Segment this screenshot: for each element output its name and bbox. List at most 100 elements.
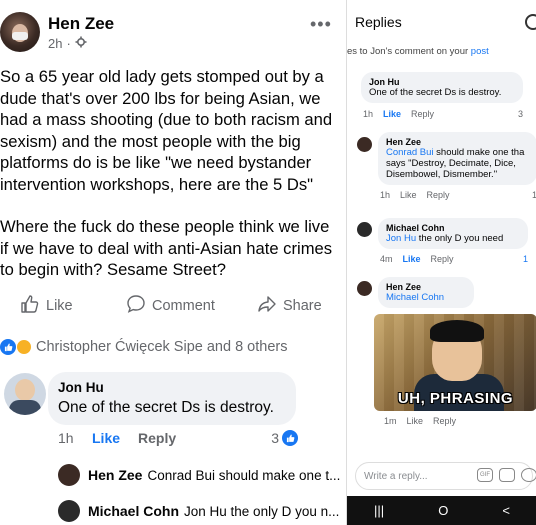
root-comment-like-button[interactable]: Like <box>383 109 401 119</box>
share-button[interactable]: Share <box>257 294 322 318</box>
back-button[interactable]: < <box>502 503 510 518</box>
reply-input-icons: GIF <box>477 468 536 482</box>
reply-1-like-count: 1 <box>532 190 536 200</box>
reply-1: Hen Zee Conrad Bui should make one tha s… <box>378 132 536 200</box>
reply-3-like-button[interactable]: Like <box>407 416 424 426</box>
reply-2-time[interactable]: 4m <box>380 254 393 264</box>
reply-2-meta: 4m Like Reply 1 <box>378 254 528 264</box>
reactions-summary[interactable]: Christopher Ćwięcek Sipe and 8 others <box>0 339 287 355</box>
reactions-text: Christopher Ćwięcek Sipe and 8 others <box>36 339 288 355</box>
comment-icon <box>126 294 146 318</box>
post-link[interactable]: post <box>471 46 489 57</box>
reply-3-reply-button[interactable]: Reply <box>433 416 456 426</box>
recent-apps-button[interactable]: ||| <box>374 503 384 518</box>
search-icon[interactable] <box>525 14 536 30</box>
reply-3-meta: 1m Like Reply <box>384 416 456 426</box>
root-comment: Jon Hu One of the secret Ds is destroy. … <box>361 72 523 119</box>
subheader-text: es to Jon's comment on your <box>347 46 471 57</box>
comment-time[interactable]: 1h <box>58 430 92 446</box>
avatar-body <box>9 400 41 415</box>
reply-2-like-button[interactable]: Like <box>403 254 421 264</box>
post-pane: Hen Zee 2h · ••• So a 65 year old lady g… <box>0 0 345 525</box>
like-label: Like <box>46 298 73 314</box>
replies-subheader: es to Jon's comment on your post <box>347 46 489 57</box>
commenter-name[interactable]: Jon Hu <box>58 380 286 395</box>
reply-preview[interactable]: Michael Cohn Jon Hu the only D you n... <box>58 499 343 523</box>
reply-2-bubble: Michael Cohn Jon Hu the only D you need <box>378 218 528 249</box>
reply-3-author[interactable]: Hen Zee <box>386 282 466 292</box>
post-time[interactable]: 2h <box>48 36 62 51</box>
meme-caption: UH, PHRASING <box>397 390 514 407</box>
like-button[interactable]: Like <box>20 294 73 318</box>
share-icon <box>257 294 277 318</box>
home-button[interactable]: O <box>438 503 448 518</box>
root-comment-bubble: Jon Hu One of the secret Ds is destroy. <box>361 72 523 103</box>
root-comment-like-count: 3 <box>517 109 523 119</box>
avatar-head <box>15 379 35 401</box>
avatar-mask <box>12 32 28 40</box>
post-paragraph-2: Where the fuck do these people think we … <box>0 217 333 279</box>
reply-1-reply-button[interactable]: Reply <box>427 190 450 200</box>
comment-button[interactable]: Comment <box>126 294 215 318</box>
comment-bubble: Jon Hu One of the secret Ds is destroy. <box>48 372 296 425</box>
author-avatar[interactable] <box>0 12 40 52</box>
reply-avatar[interactable] <box>357 222 372 237</box>
reply-2-reply-button[interactable]: Reply <box>431 254 454 264</box>
like-reaction-icon <box>282 430 298 446</box>
comment-text: One of the secret Ds is destroy. <box>58 399 274 416</box>
meme-image[interactable]: UH, PHRASING <box>374 314 536 411</box>
replies-title: Replies <box>355 14 402 30</box>
reply-avatar[interactable] <box>357 281 372 296</box>
reply-snippet: Jon Hu the only D you n... <box>184 503 340 519</box>
comment-reply-button[interactable]: Reply <box>138 430 176 446</box>
root-comment-text: One of the secret Ds is destroy. <box>369 87 502 98</box>
comment-label: Comment <box>152 298 215 314</box>
post-actions: Like Comment Share <box>0 294 345 320</box>
emoji-icon[interactable] <box>521 468 536 482</box>
post-meta: 2h · <box>48 36 87 51</box>
comment-like-count: 3 <box>271 430 298 446</box>
comment-meta: 1h Like Reply 3 <box>58 430 298 446</box>
replies-header: Replies <box>347 0 536 40</box>
care-reaction-icon <box>16 339 32 355</box>
reply-snippet: Conrad Bui should make one t... <box>147 467 341 483</box>
reply-1-like-button[interactable]: Like <box>400 190 417 200</box>
more-icon[interactable]: ••• <box>310 14 332 35</box>
meme-figure-hair <box>430 320 484 342</box>
reply-1-mention[interactable]: Conrad Bui <box>386 147 434 158</box>
reply-author: Michael Cohn <box>88 503 180 519</box>
reply-preview[interactable]: Hen Zee Conrad Bui should make one t... <box>58 463 343 487</box>
replies-pane: Replies es to Jon's comment on your post… <box>346 0 536 525</box>
reply-3: Hen Zee Michael Cohn <box>378 277 474 308</box>
commenter-avatar[interactable] <box>4 373 46 415</box>
like-icon <box>20 294 40 318</box>
reply-1-author[interactable]: Hen Zee <box>386 137 529 147</box>
reply-author: Hen Zee <box>88 467 143 483</box>
reply-avatar[interactable] <box>357 137 372 152</box>
reply-1-time[interactable]: 1h <box>380 190 390 200</box>
root-comment-author[interactable]: Jon Hu <box>369 77 515 87</box>
post-header: Hen Zee 2h · ••• <box>0 12 345 58</box>
reply-2-author[interactable]: Michael Cohn <box>386 223 520 233</box>
root-comment-meta: 1h Like Reply 3 <box>361 109 523 119</box>
reply-2: Michael Cohn Jon Hu the only D you need … <box>378 218 528 264</box>
post-body: So a 65 year old lady gets stomped out b… <box>0 66 340 302</box>
share-label: Share <box>283 298 322 314</box>
reply-2-mention[interactable]: Jon Hu <box>386 233 416 244</box>
reply-1-meta: 1h Like Reply 1 <box>378 190 536 200</box>
sticker-icon[interactable] <box>499 468 515 482</box>
reply-3-time[interactable]: 1m <box>384 416 397 426</box>
like-reaction-icon <box>0 339 16 355</box>
root-comment-reply-button[interactable]: Reply <box>411 109 434 119</box>
reply-avatar <box>58 500 80 522</box>
reply-2-like-count: 1 <box>522 254 528 264</box>
root-comment-time[interactable]: 1h <box>363 109 373 119</box>
reply-3-mention[interactable]: Michael Cohn <box>386 292 466 303</box>
author-name[interactable]: Hen Zee <box>48 14 114 34</box>
separator-dot: · <box>66 36 71 51</box>
reply-3-bubble: Hen Zee Michael Cohn <box>378 277 474 308</box>
gear-icon <box>75 36 87 51</box>
gif-icon[interactable]: GIF <box>477 468 493 482</box>
reply-2-text: the only D you need <box>416 233 504 244</box>
comment-like-button[interactable]: Like <box>92 430 138 446</box>
